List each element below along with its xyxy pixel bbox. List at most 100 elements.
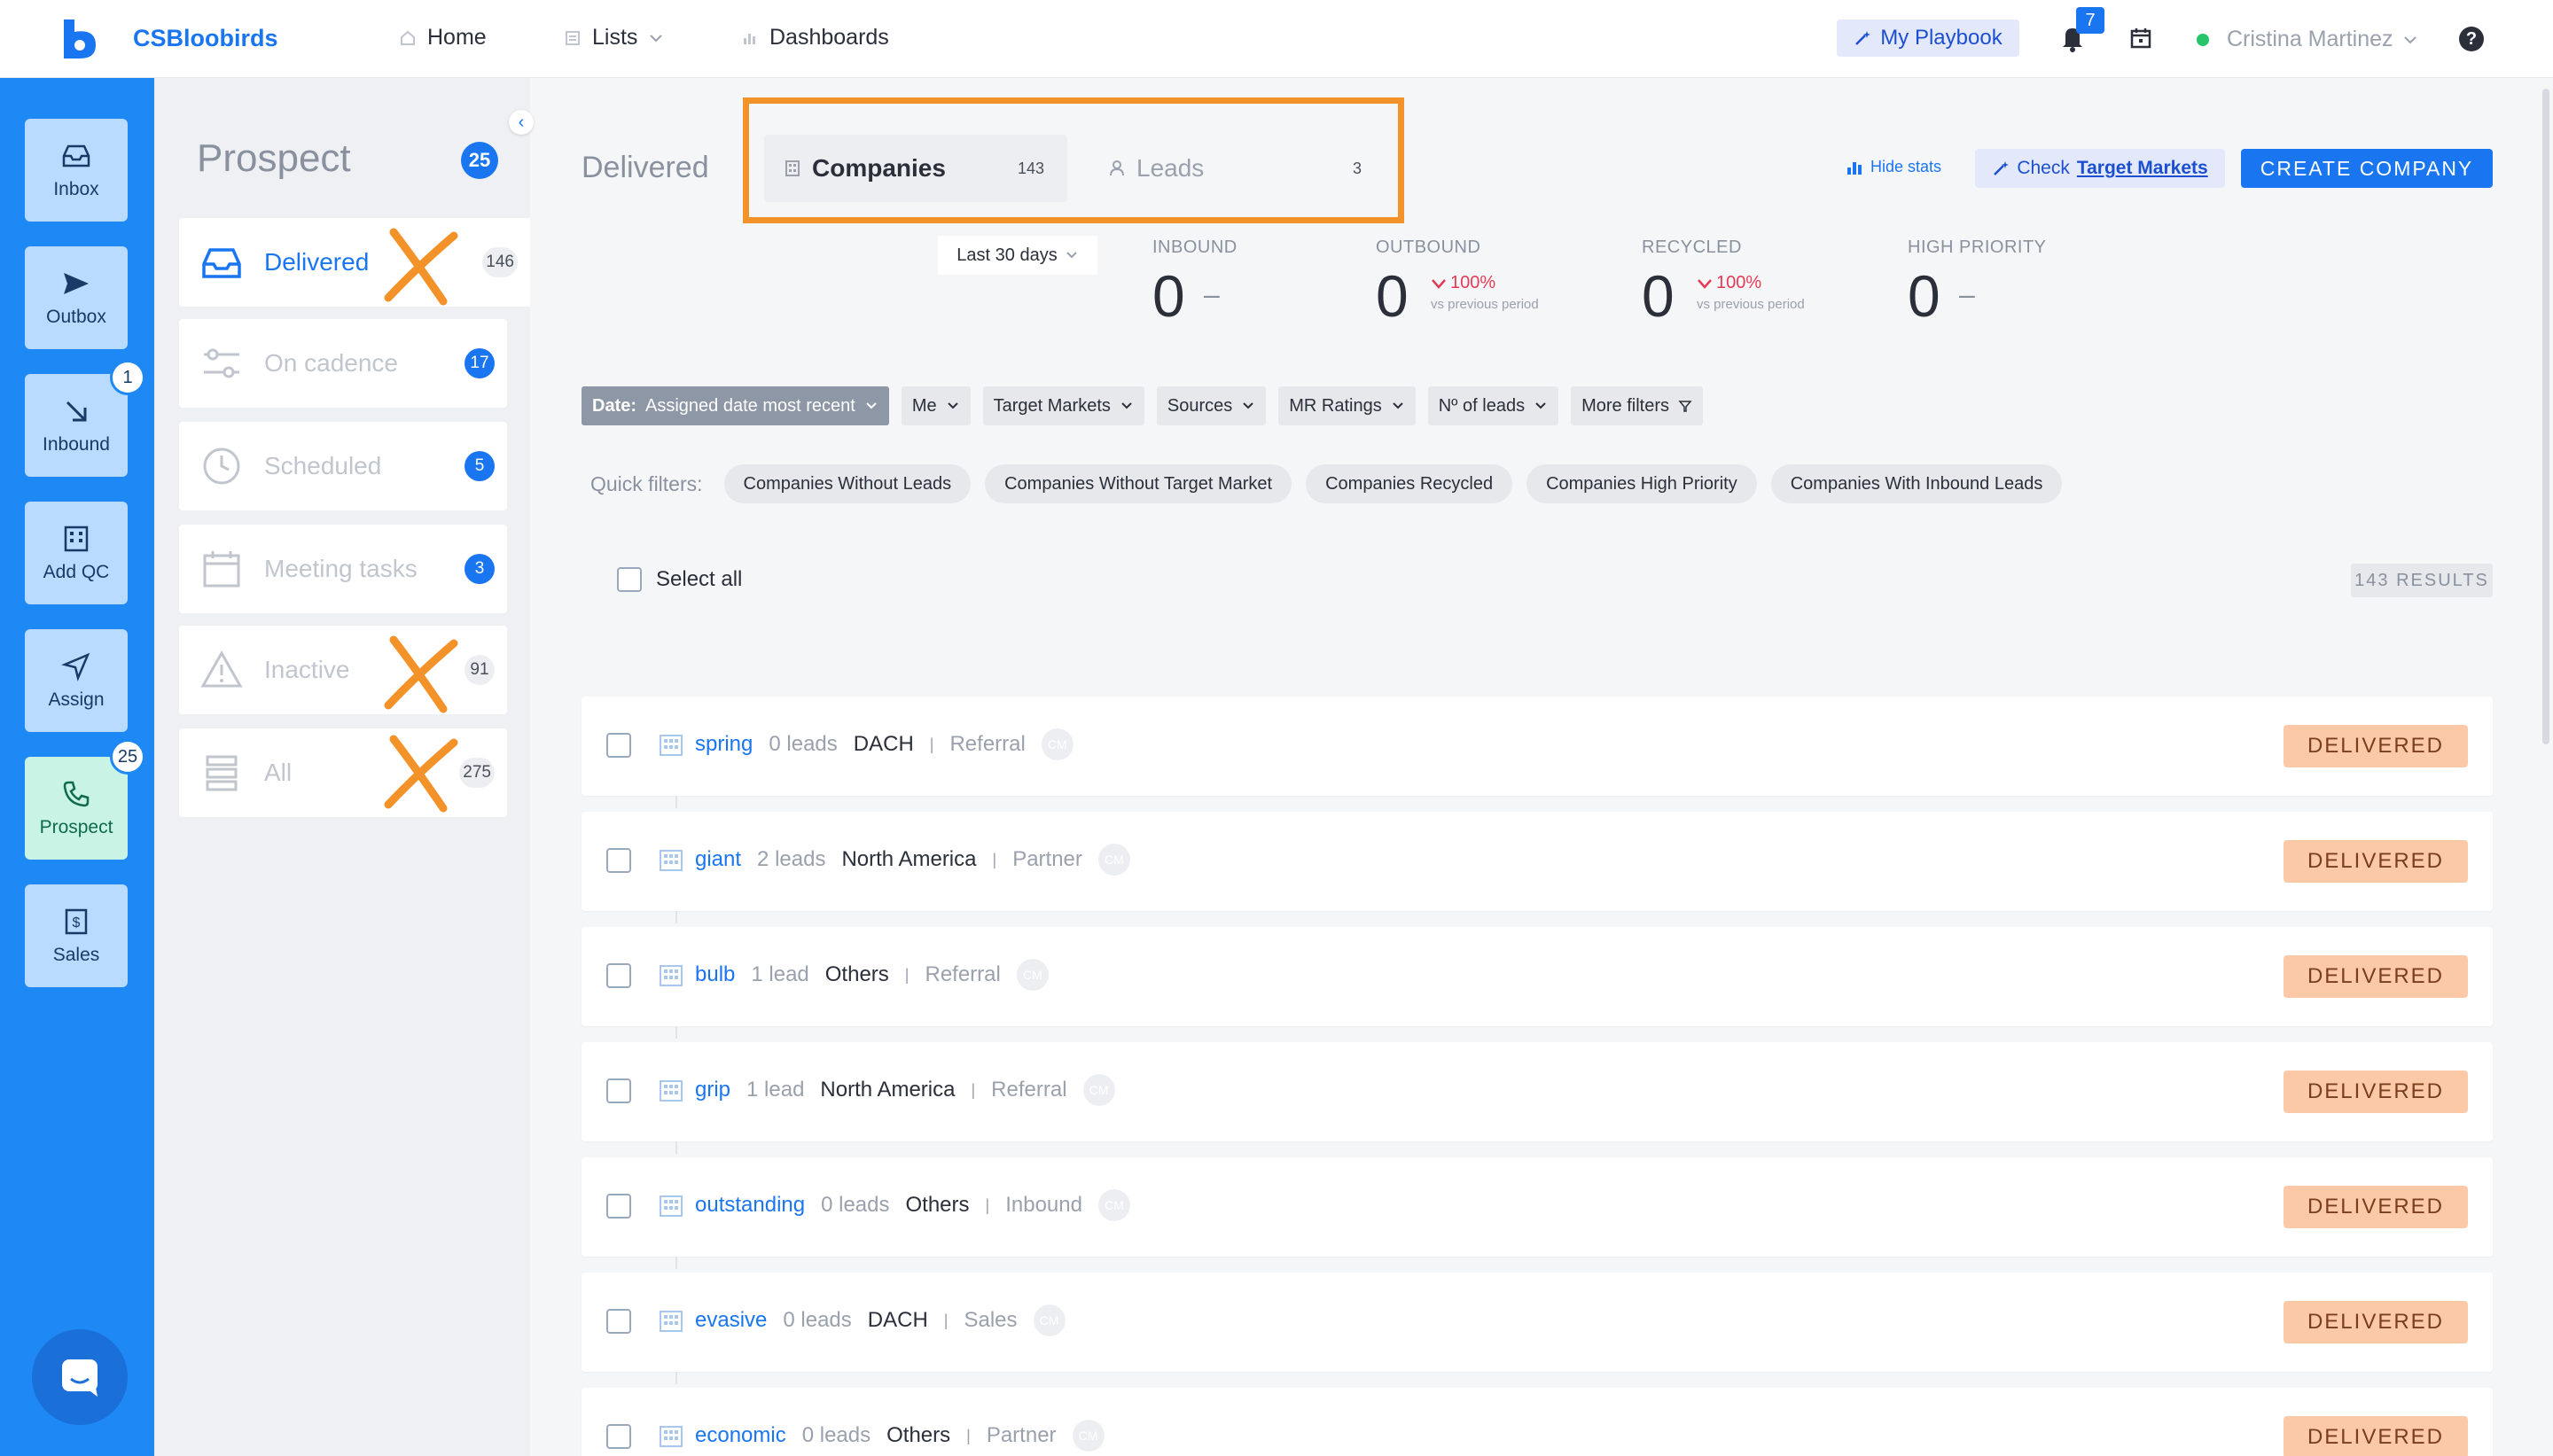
my-playbook-button[interactable]: My Playbook — [1837, 19, 2019, 57]
app-name[interactable]: CSBloobirds — [133, 25, 278, 52]
building-icon — [660, 1426, 683, 1447]
target-markets-link[interactable]: Target Markets — [2077, 158, 2208, 179]
help-icon[interactable]: ? — [2459, 27, 2484, 51]
filter-number-of-leads[interactable]: Nº of leads — [1427, 386, 1559, 425]
table-row[interactable]: economic 0 leads Others | Partner CM DEL… — [582, 1388, 2493, 1456]
more-filters-button[interactable]: More filters — [1571, 386, 1703, 425]
filter-label: Me — [911, 395, 937, 416]
prospect-badge: 25 — [110, 739, 145, 775]
row-connector — [675, 1372, 677, 1384]
navigation-icon — [61, 652, 90, 681]
home-icon — [401, 30, 415, 45]
status-badge: DELIVERED — [2284, 840, 2468, 883]
quick-filter-chip[interactable]: Companies Without Leads — [723, 464, 972, 503]
create-company-button[interactable]: CREATE COMPANY — [2241, 149, 2493, 188]
nav-dashboards[interactable]: Dashboards — [741, 25, 889, 51]
row-checkbox[interactable] — [606, 1309, 631, 1334]
company-region: Others — [905, 1193, 970, 1217]
row-checkbox[interactable] — [606, 848, 631, 873]
filter-label: Target Markets — [993, 395, 1111, 416]
rail-item-label: Prospect — [39, 817, 113, 837]
date-filter[interactable]: Date: Assigned date most recent — [582, 386, 889, 425]
tab-leads[interactable]: Leads 3 — [1089, 135, 1385, 202]
company-name-link[interactable]: spring — [695, 732, 753, 757]
quick-filter-chip[interactable]: Companies With Inbound Leads — [1770, 464, 2063, 503]
filter-mr-ratings[interactable]: MR Ratings — [1278, 386, 1416, 425]
annotation-x-mark — [384, 735, 458, 813]
period-value: Last 30 days — [956, 245, 1058, 265]
building-icon — [660, 965, 683, 986]
assignee-avatar: CM — [1033, 1304, 1066, 1336]
nav-dashboards-label: Dashboards — [769, 25, 889, 50]
table-row[interactable]: outstanding 0 leads Others | Inbound CM … — [582, 1157, 2493, 1257]
filter-target-markets[interactable]: Target Markets — [982, 386, 1144, 425]
filter-label: Sources — [1167, 395, 1233, 416]
calendar-icon[interactable] — [2129, 27, 2152, 50]
stat-label: OUTBOUND — [1376, 237, 1481, 257]
company-name-link[interactable]: giant — [695, 847, 741, 872]
nav-lists[interactable]: Lists — [564, 25, 664, 51]
select-all-checkbox[interactable] — [617, 567, 642, 592]
table-row[interactable]: grip 1 lead North America | Referral CM … — [582, 1042, 2493, 1141]
assignee-avatar: CM — [1097, 844, 1130, 876]
chevron-down-icon — [650, 34, 663, 42]
company-name-link[interactable]: outstanding — [695, 1193, 805, 1218]
user-menu[interactable]: Cristina Martinez — [2227, 27, 2418, 52]
sidebar-item-on-cadence[interactable]: On cadence 17 — [179, 319, 507, 408]
row-checkbox[interactable] — [606, 733, 631, 758]
separator: | — [943, 1311, 949, 1329]
sidebar-item-scheduled[interactable]: Scheduled 5 — [179, 422, 507, 510]
rail-item-prospect[interactable]: Prospect — [25, 757, 128, 860]
rail-item-inbox[interactable]: Inbox — [25, 119, 128, 222]
status-badge: DELIVERED — [2284, 1071, 2468, 1113]
stat-label: RECYCLED — [1642, 237, 1742, 257]
rail-item-add-qc[interactable]: Add QC — [25, 502, 128, 604]
chat-launcher[interactable] — [32, 1329, 128, 1425]
company-name-link[interactable]: bulb — [695, 962, 735, 987]
filter-me[interactable]: Me — [901, 386, 971, 425]
filter-sources[interactable]: Sources — [1156, 386, 1267, 425]
company-source: Sales — [964, 1308, 1018, 1332]
top-bar: CSBloobirds Home Lists Dashboards My Pla… — [0, 0, 2553, 78]
select-all[interactable]: Select all — [617, 567, 742, 592]
row-checkbox[interactable] — [606, 1424, 631, 1449]
company-name-link[interactable]: economic — [695, 1423, 786, 1448]
table-row[interactable]: giant 2 leads North America | Partner CM… — [582, 812, 2493, 911]
stat-dash: – — [1959, 278, 1975, 310]
quick-filter-chip[interactable]: Companies High Priority — [1526, 464, 1757, 503]
rail-item-outbox[interactable]: Outbox — [25, 246, 128, 349]
company-name-link[interactable]: grip — [695, 1078, 730, 1102]
list-icon — [566, 30, 580, 45]
quick-filter-chip[interactable]: Companies Without Target Market — [985, 464, 1292, 503]
company-leads: 2 leads — [757, 847, 826, 871]
table-row[interactable]: evasive 0 leads DACH | Sales CM DELIVERE… — [582, 1273, 2493, 1372]
status-badge: DELIVERED — [2284, 1416, 2468, 1456]
rail-item-inbound[interactable]: Inbound — [25, 374, 128, 477]
rail-item-sales[interactable]: $ Sales — [25, 884, 128, 987]
sidebar-item-delivered[interactable]: Delivered 146 — [179, 218, 530, 307]
bloobirds-logo[interactable] — [60, 18, 99, 60]
table-row[interactable]: bulb 1 lead Others | Referral CM DELIVER… — [582, 927, 2493, 1026]
period-select[interactable]: Last 30 days — [938, 236, 1097, 275]
stat-vs: vs previous period — [1431, 297, 1539, 312]
table-row[interactable]: spring 0 leads DACH | Referral CM DELIVE… — [582, 697, 2493, 796]
row-checkbox[interactable] — [606, 963, 631, 988]
nav-home[interactable]: Home — [399, 25, 487, 51]
check-target-markets-button[interactable]: Check Target Markets — [1975, 149, 2225, 188]
sidebar-item-count: 17 — [465, 348, 495, 378]
status-badge: DELIVERED — [2284, 1301, 2468, 1343]
row-checkbox[interactable] — [606, 1078, 631, 1103]
assignee-avatar: CM — [1072, 1420, 1105, 1452]
stat-recycled: RECYCLED 0 100% vs previous period — [1642, 237, 1805, 329]
hide-stats-button[interactable]: Hide stats — [1846, 158, 1941, 176]
tab-companies[interactable]: Companies 143 — [764, 135, 1067, 202]
rail-item-assign[interactable]: Assign — [25, 629, 128, 732]
scrollbar-thumb[interactable] — [2542, 89, 2549, 744]
filter-label: More filters — [1581, 395, 1669, 416]
quick-filter-chip[interactable]: Companies Recycled — [1306, 464, 1513, 503]
sidebar-item-meeting-tasks[interactable]: Meeting tasks 3 — [179, 525, 507, 613]
chevron-down-icon — [1243, 402, 1253, 409]
row-checkbox[interactable] — [606, 1194, 631, 1219]
company-name-link[interactable]: evasive — [695, 1308, 767, 1333]
page-title: Delivered — [582, 151, 709, 184]
